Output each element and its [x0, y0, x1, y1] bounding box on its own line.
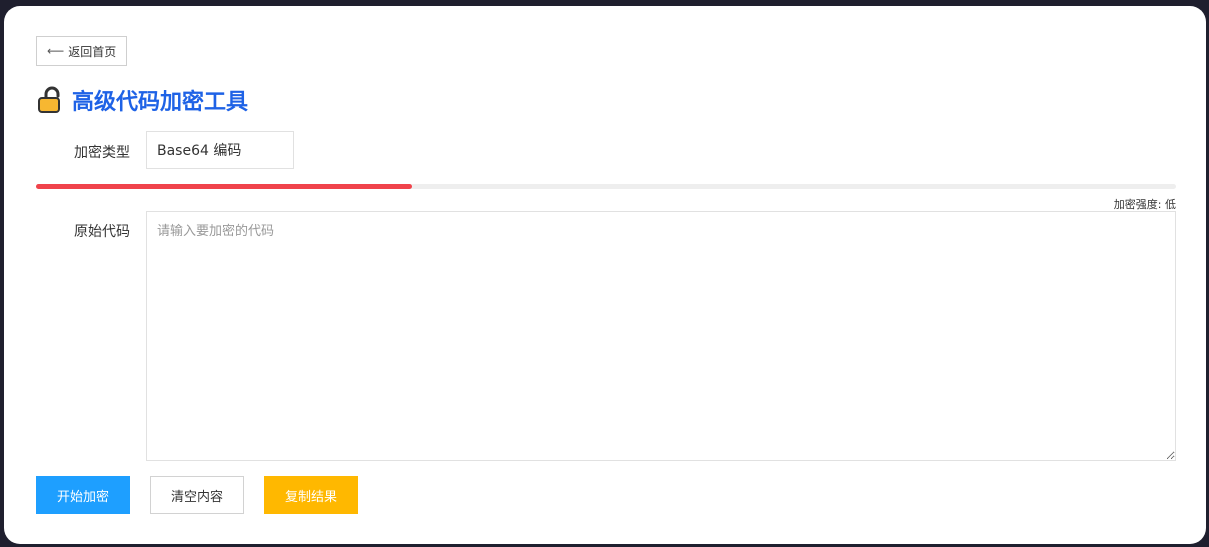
start-encrypt-button[interactable]: 开始加密 [36, 476, 130, 514]
code-input[interactable] [146, 211, 1176, 461]
copy-result-button[interactable]: 复制结果 [264, 476, 358, 514]
strength-bar [36, 184, 1176, 189]
arrow-left-icon: ⟵ [47, 44, 65, 58]
strength-label: 加密强度: 低 [1113, 198, 1176, 211]
main-card: ⟵ 返回首页 高级代码加密工具 加密类型 Base64 编码 加密强度: 低 原… [4, 6, 1206, 544]
lock-icon [38, 86, 60, 113]
encrypt-type-value: Base64 编码 [157, 143, 242, 159]
encrypt-type-select[interactable]: Base64 编码 [146, 131, 294, 169]
page-title: 高级代码加密工具 [72, 90, 249, 115]
page-header: 高级代码加密工具 [36, 84, 248, 116]
strength-bar-fill [36, 184, 413, 189]
back-home-button[interactable]: ⟵ 返回首页 [36, 36, 128, 66]
back-home-label: 返回首页 [68, 44, 117, 59]
clear-content-button[interactable]: 清空内容 [150, 476, 244, 514]
code-input-label: 原始代码 [74, 224, 130, 240]
encrypt-type-label: 加密类型 [74, 145, 130, 161]
